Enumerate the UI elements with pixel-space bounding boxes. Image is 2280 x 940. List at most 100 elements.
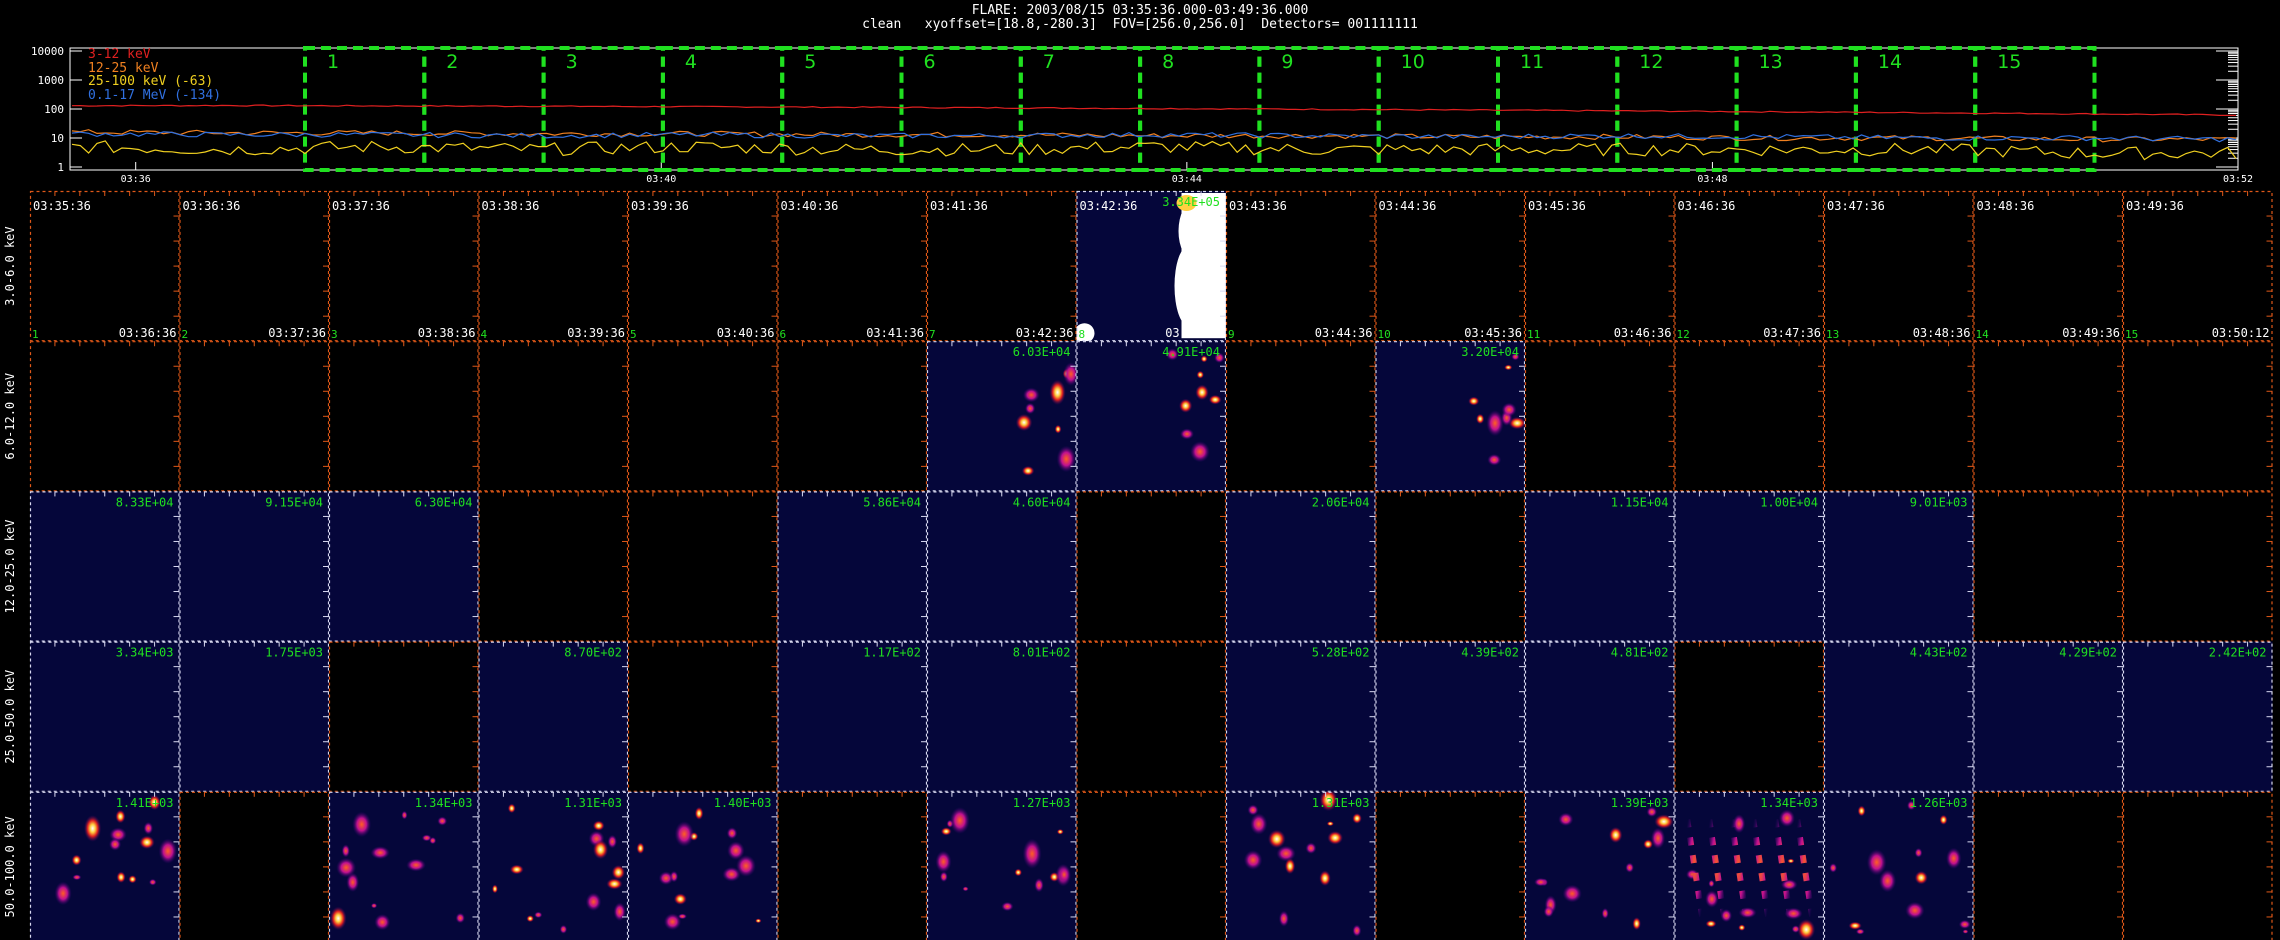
emission-blob xyxy=(109,837,122,851)
emission-blob xyxy=(509,864,524,875)
emission-blob xyxy=(1056,445,1077,473)
emission-blob xyxy=(674,821,694,847)
image-background xyxy=(628,191,778,342)
emission-blob xyxy=(1962,929,1969,934)
emission-blob xyxy=(1284,858,1296,875)
image-background xyxy=(1076,641,1226,792)
interval-number-label: 14 xyxy=(1976,328,1990,341)
interval-number-label: 2 xyxy=(182,328,189,341)
emission-blob xyxy=(592,820,605,831)
start-time-label: 03:48:36 xyxy=(1977,199,2035,213)
end-time-label: 03:43:36 xyxy=(1165,326,1223,340)
peak-value-label: 2.42E+02 xyxy=(2209,646,2267,660)
image-cell: 03:36:36 03:37:36 2 xyxy=(179,190,330,342)
image-background xyxy=(478,641,628,792)
emission-blob xyxy=(1778,809,1795,827)
emission-blob xyxy=(1738,924,1746,931)
peak-value-label: 8.01E+02 xyxy=(1013,646,1071,660)
image-cell xyxy=(478,341,629,492)
emission-blob xyxy=(606,878,623,890)
start-time-label: 03:44:36 xyxy=(1379,199,1437,213)
emission-blob xyxy=(1178,398,1193,413)
peak-value-label: 1.27E+03 xyxy=(1013,796,1071,810)
image-cell: 03:38:36 03:39:36 4 xyxy=(478,190,629,342)
emission-blob xyxy=(694,806,704,820)
emission-blob xyxy=(1625,862,1634,873)
peak-value-label: 6.30E+04 xyxy=(415,495,473,509)
emission-blob xyxy=(1829,863,1838,873)
emission-blob xyxy=(726,827,738,840)
emission-blob xyxy=(71,854,82,866)
image-cell xyxy=(328,641,479,792)
emission-blob xyxy=(1914,870,1928,885)
image-cell: 4.81E+02 xyxy=(1524,641,1675,792)
image-background xyxy=(478,191,628,342)
image-background xyxy=(777,641,927,792)
image-cell xyxy=(29,341,180,492)
peak-value-label: 4.29E+02 xyxy=(2059,646,2117,660)
image-cell xyxy=(1973,491,2124,642)
emission-blob xyxy=(370,902,378,909)
emission-blob xyxy=(1486,410,1504,437)
emission-blob xyxy=(116,871,126,883)
image-cell: 1.31E+03 xyxy=(1225,791,1376,940)
emission-blob xyxy=(1543,905,1554,918)
emission-blob xyxy=(1866,849,1887,876)
end-time-label: 03:36:36 xyxy=(119,326,177,340)
end-time-label: 03:48:36 xyxy=(1913,326,1971,340)
start-time-label: 03:41:36 xyxy=(930,199,988,213)
end-time-label: 03:41:36 xyxy=(866,326,924,340)
image-cell: 1.75E+03 xyxy=(179,641,330,792)
emission-blob xyxy=(607,834,618,849)
emission-blob xyxy=(1946,847,1962,870)
image-cell xyxy=(2122,341,2273,492)
emission-blob xyxy=(592,839,609,860)
interval-number-label: 6 xyxy=(780,328,787,341)
image-background xyxy=(478,341,628,492)
interval-number-label: 7 xyxy=(929,328,936,341)
image-background xyxy=(30,491,180,642)
image-background xyxy=(927,191,1077,342)
image-cell: 03:41:36 03:42:36 7 xyxy=(926,190,1077,342)
emission-blob xyxy=(1243,850,1263,870)
image-background xyxy=(179,491,329,642)
peak-value-label: 5.28E+02 xyxy=(1312,646,1370,660)
image-cell: 1.00E+04 xyxy=(1674,491,1825,642)
image-cell: 5.28E+02 xyxy=(1225,641,1376,792)
image-background xyxy=(1674,641,1824,792)
image-cell xyxy=(328,341,479,492)
image-background xyxy=(1076,791,1226,940)
image-background xyxy=(927,341,1077,492)
emission-blob xyxy=(83,815,102,842)
emission-blob xyxy=(673,893,687,905)
start-time-label: 03:36:36 xyxy=(183,199,241,213)
start-time-label: 03:35:36 xyxy=(33,199,91,213)
peak-value-label: 1.40E+03 xyxy=(714,796,772,810)
peak-value-label: 4.60E+04 xyxy=(1013,495,1071,509)
emission-blob xyxy=(935,850,952,873)
peak-value-label: 9.15E+04 xyxy=(265,495,323,509)
emission-blob xyxy=(1250,813,1268,835)
image-cell: 1.17E+02 xyxy=(777,641,928,792)
image-cell xyxy=(478,491,629,642)
start-time-label: 03:37:36 xyxy=(332,199,390,213)
image-background xyxy=(478,791,628,940)
emission-blob xyxy=(1650,827,1666,849)
image-cell: 4.39E+02 xyxy=(1375,641,1526,792)
image-background xyxy=(179,341,329,492)
image-cell: 03:37:36 03:38:36 3 xyxy=(328,190,479,342)
end-time-label: 03:50:12 xyxy=(2212,326,2270,340)
image-cell xyxy=(1674,641,1825,792)
emission-blob xyxy=(115,809,126,824)
end-time-label: 03:46:36 xyxy=(1614,326,1672,340)
emission-blob xyxy=(1487,453,1502,466)
emission-blob xyxy=(658,871,674,886)
start-time-label: 03:39:36 xyxy=(631,199,689,213)
image-background xyxy=(30,191,180,342)
peak-value-label: 1.39E+03 xyxy=(1611,796,1669,810)
emission-blob xyxy=(1056,828,1064,835)
image-background xyxy=(628,491,778,642)
image-background xyxy=(1076,341,1226,492)
emission-blob xyxy=(1015,413,1033,432)
emission-blob xyxy=(341,844,350,858)
